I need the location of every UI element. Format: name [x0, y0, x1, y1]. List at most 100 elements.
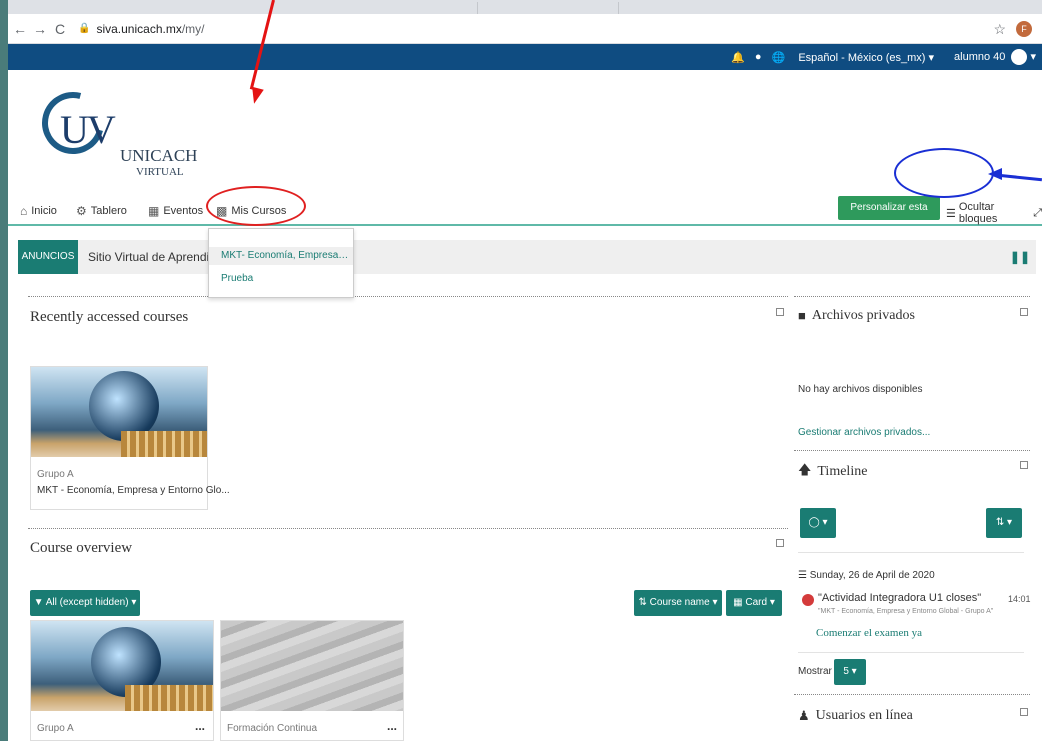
course-image [221, 621, 403, 711]
browser-tab[interactable] [178, 2, 478, 14]
course-menu-button[interactable]: ... [387, 719, 397, 733]
dashboard-icon: ⚙ [76, 204, 87, 218]
show-count-dropdown[interactable]: 5 ▾ [834, 659, 866, 685]
divider [28, 528, 788, 529]
course-category: Formación Continua [227, 723, 318, 734]
logo-name: UNICACH [120, 146, 198, 165]
chat-icon[interactable]: ● [755, 51, 762, 63]
coins-graphic [125, 685, 213, 711]
show-label: Mostrar [798, 666, 832, 677]
timeline-date: ☰ Sunday, 26 de April de 2020 [798, 570, 935, 581]
collapse-icon[interactable] [1020, 708, 1028, 716]
url-field[interactable]: 🔒 siva.unicach.mx /my/ [78, 22, 205, 36]
collapse-icon[interactable] [1020, 308, 1028, 316]
bell-icon[interactable]: 🔔 [731, 51, 745, 64]
back-icon[interactable]: ← [12, 21, 28, 37]
show-count-value: 5 [843, 666, 849, 677]
collapse-icon[interactable] [1020, 461, 1028, 469]
home-icon: ⌂ [20, 204, 28, 218]
pause-icon[interactable]: ❚❚ [1010, 250, 1030, 264]
sort-dropdown[interactable]: ⇅ Course name ▾ [634, 590, 722, 616]
quiz-icon [802, 594, 814, 606]
divider [794, 450, 1030, 451]
timeline-filter-dropdown[interactable]: ◯ ▾ [800, 508, 836, 538]
divider [28, 296, 788, 297]
course-overview-title: Course overview [30, 540, 133, 556]
event-time: 14:01 [1008, 594, 1031, 604]
forward-icon[interactable]: → [32, 21, 48, 37]
filter-dropdown[interactable]: ▼ All (except hidden) ▾ [30, 590, 140, 616]
site-logo[interactable]: UV UNICACH VIRTUAL [30, 80, 206, 180]
logo-mark: UV [60, 107, 116, 152]
profile-avatar[interactable]: F [1016, 21, 1032, 37]
site-topbar: 🔔 ● 🌐 Español - México (es_mx) ▾ alumno … [8, 44, 1042, 70]
browser-window: ← → C 🔒 siva.unicach.mx /my/ ☆ F 🔔 ● 🌐 E… [8, 0, 1042, 741]
nav-item-tablero[interactable]: ⚙ Tablero [76, 204, 127, 218]
nav-label: Tablero [90, 205, 127, 217]
annotation-blue-arrow-line [997, 173, 1042, 182]
start-quiz-link[interactable]: Comenzar el examen ya [816, 627, 922, 639]
user-menu[interactable]: alumno 40 ▾ [944, 49, 1036, 65]
tab-strip [8, 0, 1042, 14]
expand-icon: ⤢ [1033, 206, 1042, 219]
online-users-label: Usuarios en línea [815, 708, 913, 723]
bookmark-star-icon[interactable]: ☆ [993, 21, 1006, 38]
announcements-strip: ANUNCIOS Sitio Virtual de Aprendizaje ❚❚ [18, 240, 1036, 274]
url-path: /my/ [181, 21, 205, 36]
course-menu-button[interactable]: ... [195, 719, 205, 733]
nav-label: Eventos [163, 205, 204, 217]
user-name: alumno 40 [954, 50, 1006, 63]
private-files-title: ■ Archivos privados [798, 308, 915, 324]
timeline-title: 🡅 Timeline [798, 461, 867, 483]
clock-icon: ◯ [808, 517, 820, 528]
manage-files-link[interactable]: Gestionar archivos privados... [798, 427, 930, 438]
dropdown-item-prueba[interactable]: Prueba [221, 273, 253, 284]
annotation-red-arrow-head [248, 86, 264, 106]
divider [798, 652, 1024, 653]
hide-blocks-label: Ocultar bloques [958, 201, 998, 225]
sort-icon: ⇅ [638, 597, 647, 608]
logo-subtitle: VIRTUAL [136, 166, 184, 178]
timeline-label: Timeline [817, 464, 868, 479]
private-files-label: Archivos privados [811, 308, 915, 323]
my-courses-dropdown: MKT- Economía, Empresas, Entor... Prueba [208, 228, 354, 298]
annotation-red-oval [206, 186, 306, 226]
nav-item-eventos[interactable]: ▦ Eventos [148, 204, 203, 218]
annotation-blue-arrow-head [988, 168, 1002, 180]
sort-label: Course name [649, 597, 710, 608]
divider [798, 552, 1024, 553]
recent-course-card[interactable]: Grupo A MKT - Economía, Empresa y Entorn… [30, 366, 230, 510]
dropdown-item-course[interactable]: MKT- Economía, Empresas, Entor... [209, 247, 353, 265]
divider [794, 694, 1030, 695]
customize-page-button[interactable]: Personalizar esta página [838, 196, 940, 237]
timeline-date-label: Sunday, 26 de April de 2020 [809, 570, 935, 581]
coins-graphic [121, 431, 207, 457]
course-image [31, 621, 213, 711]
timeline-sort-dropdown[interactable]: ⇅ ▾ [986, 508, 1022, 538]
course-name[interactable]: MKT - Economía, Empresa y Entorno Glo... [37, 485, 230, 496]
course-card[interactable]: Grupo A ... [30, 620, 214, 741]
browser-tab[interactable] [618, 2, 878, 14]
online-users-title: ♟ Usuarios en línea [798, 708, 913, 724]
view-dropdown[interactable]: ▦ Card ▾ [726, 590, 782, 616]
filter-label: All (except hidden) [45, 597, 129, 608]
recent-courses-title: Recently accessed courses [30, 309, 189, 325]
event-title[interactable]: "Actividad Integradora U1 closes" [818, 592, 981, 604]
collapse-icon[interactable] [776, 308, 784, 316]
event-course: "MKT - Economía, Empresa y Entorno Globa… [818, 608, 994, 615]
language-label: Español - México (es_mx) [798, 51, 926, 64]
reload-icon[interactable]: C [52, 21, 68, 37]
course-image [31, 367, 207, 457]
sort-icon: ⇅ [995, 517, 1005, 528]
collapse-icon[interactable] [776, 539, 784, 547]
url-domain: siva.unicach.mx [96, 21, 182, 36]
nav-item-inicio[interactable]: ⌂ Inicio [20, 204, 57, 218]
hide-blocks-button[interactable]: ☰ Ocultar bloques ⤢ [946, 201, 1042, 225]
view-label: Card [745, 597, 768, 608]
course-category: Grupo A [37, 723, 74, 734]
address-bar: ← → C 🔒 siva.unicach.mx /my/ ☆ F [8, 14, 1042, 44]
users-icon: ♟ [798, 708, 810, 723]
language-menu[interactable]: 🌐 Español - México (es_mx) ▾ [772, 51, 935, 64]
grid-icon: ▦ [733, 597, 743, 608]
course-card[interactable]: Formación Continua ... [220, 620, 404, 741]
